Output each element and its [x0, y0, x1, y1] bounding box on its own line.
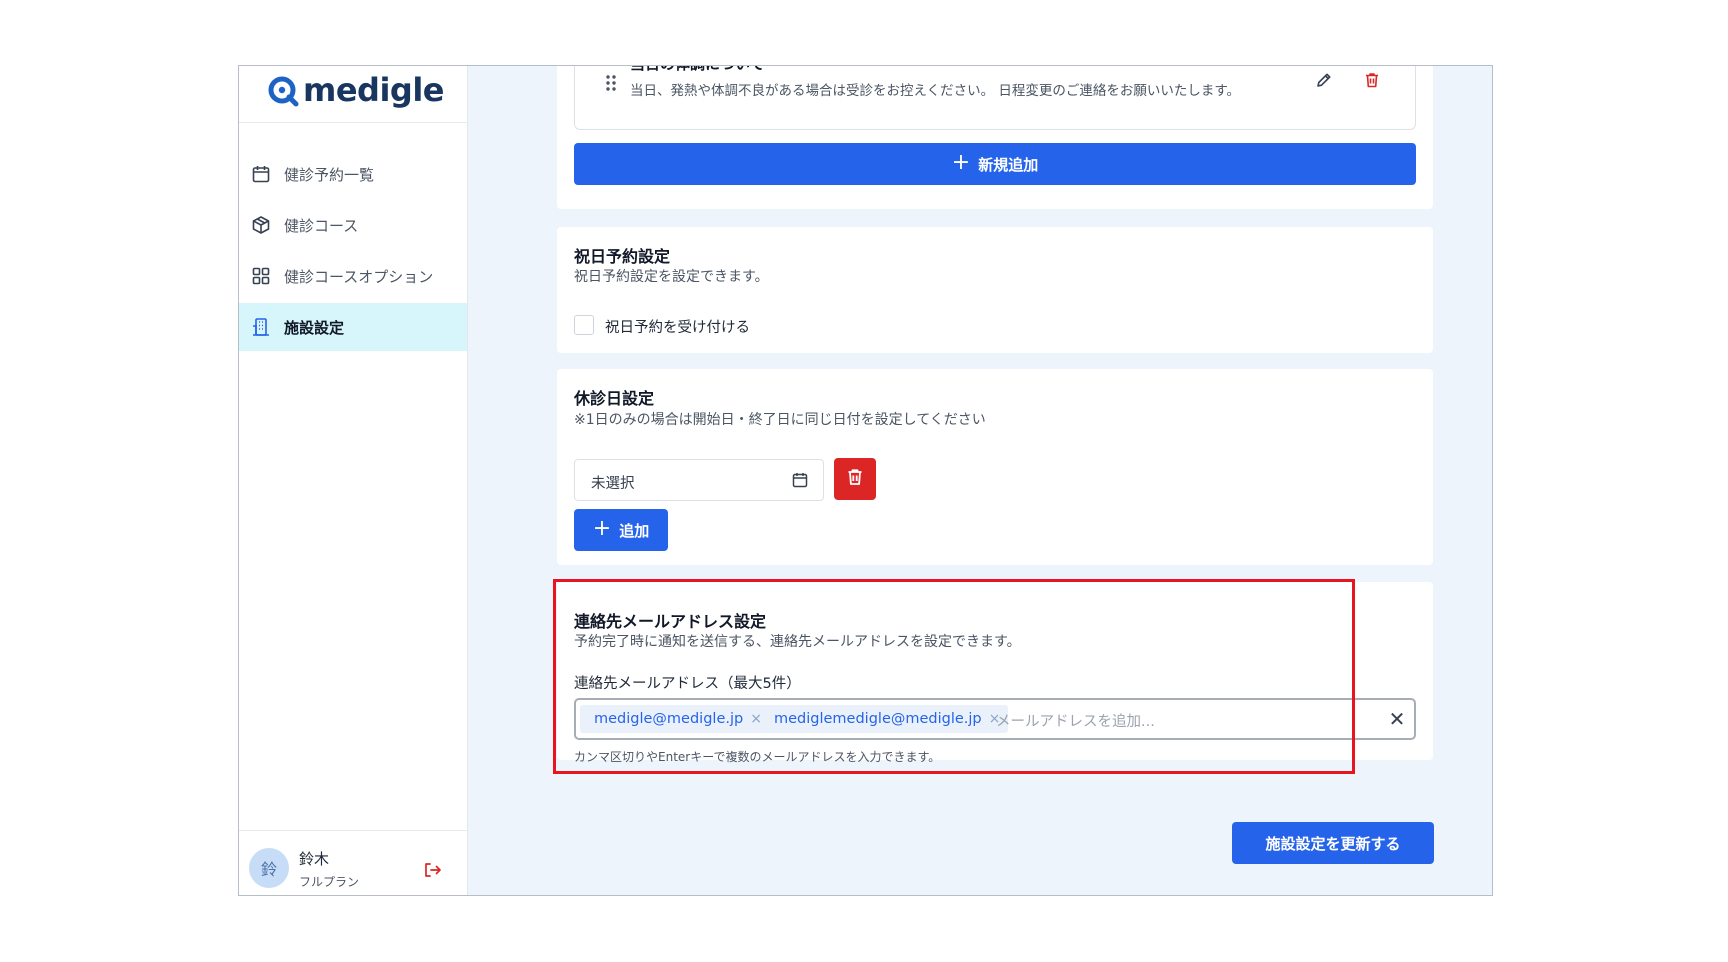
notice-list-card: 当日の体調について 当日、発熱や体調不良がある場合は受診をお控えください。 日程…	[557, 66, 1433, 209]
sidebar-item-courses[interactable]: 健診コース	[239, 201, 467, 249]
closed-date-picker[interactable]: 未選択	[574, 459, 824, 501]
holiday-settings-card: 祝日予約設定 祝日予約設定を設定できます。 祝日予約を受け付ける	[557, 227, 1433, 353]
drag-handle-icon[interactable]	[605, 74, 617, 92]
calendar-icon	[250, 163, 272, 185]
sidebar-item-course-options[interactable]: 健診コースオプション	[239, 252, 467, 300]
plus-icon: +	[951, 150, 971, 175]
email-input-placeholder[interactable]: メールアドレスを追加...	[996, 710, 1155, 731]
trash-icon	[845, 467, 865, 491]
user-menu: 鈴 鈴木 フルプラン	[239, 830, 467, 895]
notice-title: 当日の体調について	[630, 66, 765, 74]
email-subtitle: 予約完了時に通知を送信する、連絡先メールアドレスを設定できます。	[574, 634, 1021, 650]
closed-days-card: 休診日設定 ※1日のみの場合は開始日・終了日に同じ日付を設定してください 未選択	[557, 369, 1433, 565]
update-settings-button[interactable]: 施設設定を更新する	[1232, 822, 1434, 864]
closed-days-subtitle: ※1日のみの場合は開始日・終了日に同じ日付を設定してください	[574, 412, 986, 428]
sidebar-item-label: 健診コース	[284, 216, 359, 235]
sidebar-divider	[239, 122, 467, 123]
notice-item: 当日の体調について 当日、発熱や体調不良がある場合は受診をお控えください。 日程…	[574, 66, 1416, 130]
user-name: 鈴木	[299, 850, 330, 868]
add-new-button[interactable]: + 新規追加	[574, 143, 1416, 185]
email-chip-text: mediglemedigle@medigle.jp	[774, 711, 982, 727]
holiday-checkbox-label[interactable]: 祝日予約を受け付ける	[605, 316, 750, 337]
date-value: 未選択	[591, 476, 635, 492]
sidebar-item-reservations[interactable]: 健診予約一覧	[239, 150, 467, 198]
delete-date-button[interactable]	[834, 458, 876, 500]
grid-icon	[250, 265, 272, 287]
app-window: medigle 健診予約一覧 健診コース 健診コースオプション 施設設定 鈴 鈴…	[238, 65, 1493, 896]
avatar[interactable]: 鈴	[249, 848, 289, 888]
main-content: 当日の体調について 当日、発熱や体調不良がある場合は受診をお控えください。 日程…	[468, 66, 1492, 895]
logo[interactable]: medigle	[267, 70, 445, 110]
add-label: 追加	[619, 521, 650, 540]
email-chip-text: medigle@medigle.jp	[594, 711, 744, 727]
building-icon	[250, 316, 272, 338]
sidebar-item-facility-settings[interactable]: 施設設定	[239, 303, 467, 351]
email-title: 連絡先メールアドレス設定	[574, 612, 767, 631]
sidebar-item-label: 施設設定	[284, 318, 345, 337]
sidebar-nav: 健診予約一覧 健診コース 健診コースオプション 施設設定	[239, 150, 467, 354]
email-tag-input[interactable]: medigle@medigle.jp × mediglemedigle@medi…	[574, 698, 1416, 740]
add-new-label: 新規追加	[978, 155, 1039, 174]
logout-icon[interactable]	[422, 860, 442, 880]
box-icon	[250, 214, 272, 236]
sidebar-item-label: 健診コースオプション	[284, 267, 434, 286]
contact-email-card: 連絡先メールアドレス設定 予約完了時に通知を送信する、連絡先メールアドレスを設定…	[557, 582, 1433, 764]
notice-description: 当日、発熱や体調不良がある場合は受診をお控えください。 日程変更のご連絡をお願い…	[630, 83, 1241, 99]
add-closed-day-button[interactable]: + 追加	[574, 509, 668, 551]
sidebar: medigle 健診予約一覧 健診コース 健診コースオプション 施設設定 鈴 鈴…	[239, 66, 468, 895]
email-chip: medigle@medigle.jp ×	[580, 705, 770, 733]
logo-text: medigle	[303, 71, 445, 109]
closed-days-title: 休診日設定	[574, 389, 655, 408]
clear-icon[interactable]: ✕	[1387, 709, 1407, 729]
email-field-label: 連絡先メールアドレス（最大5件）	[574, 676, 801, 692]
email-help-text: カンマ区切りやEnterキーで複数のメールアドレスを入力できます。	[574, 750, 941, 764]
user-plan: フルプラン	[299, 875, 360, 889]
holiday-checkbox[interactable]	[574, 315, 594, 335]
calendar-icon[interactable]	[791, 471, 809, 489]
plus-icon: +	[592, 516, 612, 541]
email-chip: mediglemedigle@medigle.jp ×	[760, 705, 1009, 733]
edit-pencil-icon[interactable]	[1315, 71, 1333, 89]
logo-mark-icon	[267, 73, 301, 107]
delete-trash-icon[interactable]	[1363, 71, 1381, 89]
sidebar-item-label: 健診予約一覧	[284, 165, 375, 184]
holiday-title: 祝日予約設定	[574, 247, 671, 266]
holiday-subtitle: 祝日予約設定を設定できます。	[574, 269, 769, 285]
